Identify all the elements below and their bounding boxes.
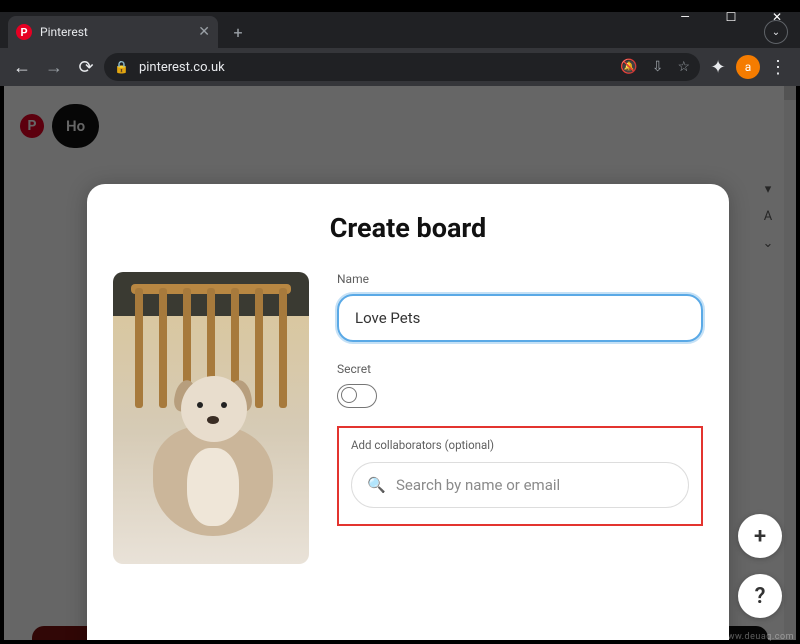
name-label: Name [337,272,703,286]
bookmark-icon[interactable]: ☆ [677,59,690,75]
modal-title: Create board [107,212,709,244]
kebab-menu-icon[interactable]: ⋮ [764,53,792,81]
board-cover-thumbnail [113,272,309,564]
floating-actions: + ? [738,514,782,618]
url-text: pinterest.co.uk [139,60,225,75]
page-viewport: P Ho ▾ A ⌄ Create board [4,86,796,640]
back-button[interactable]: ← [8,53,36,81]
create-board-modal: Create board Name [87,184,729,640]
close-window-button[interactable]: ✕ [754,6,800,28]
new-tab-button[interactable]: + [224,18,252,46]
help-button[interactable]: ? [738,574,782,618]
browser-toolbar: ← → ⟳ 🔒 pinterest.co.uk 🔕 ⇩ ☆ ✦ a ⋮ [0,48,800,86]
forward-button[interactable]: → [40,53,68,81]
add-pin-button[interactable]: + [738,514,782,558]
browser-tab[interactable]: P Pinterest ✕ [8,16,218,48]
secret-label: Secret [337,362,703,376]
profile-avatar[interactable]: a [736,55,760,79]
collaborator-search-input[interactable] [351,462,689,508]
window-controls: — ☐ ✕ [662,6,800,28]
create-board-form: Name Secret Add collaborators (optional)… [337,272,703,564]
maximize-button[interactable]: ☐ [708,6,754,28]
tab-title: Pinterest [40,25,190,39]
add-collaborators-section: Add collaborators (optional) 🔍 [337,426,703,526]
pinterest-favicon: P [16,24,32,40]
minimize-button[interactable]: — [662,6,708,28]
watermark: www.deuaq.com [720,632,794,642]
lock-icon: 🔒 [114,60,129,74]
secret-toggle[interactable] [337,384,377,408]
notifications-muted-icon[interactable]: 🔕 [620,59,637,75]
reload-button[interactable]: ⟳ [72,53,100,81]
close-tab-icon[interactable]: ✕ [198,24,210,40]
extensions-icon[interactable]: ✦ [704,53,732,81]
address-bar[interactable]: 🔒 pinterest.co.uk 🔕 ⇩ ☆ [104,53,700,81]
toggle-knob [341,387,357,403]
board-name-input[interactable] [337,294,703,342]
collaborators-label: Add collaborators (optional) [351,438,689,452]
install-app-icon[interactable]: ⇩ [652,59,664,75]
chevron-down-icon: ⌄ [772,27,780,38]
search-icon: 🔍 [367,476,386,494]
